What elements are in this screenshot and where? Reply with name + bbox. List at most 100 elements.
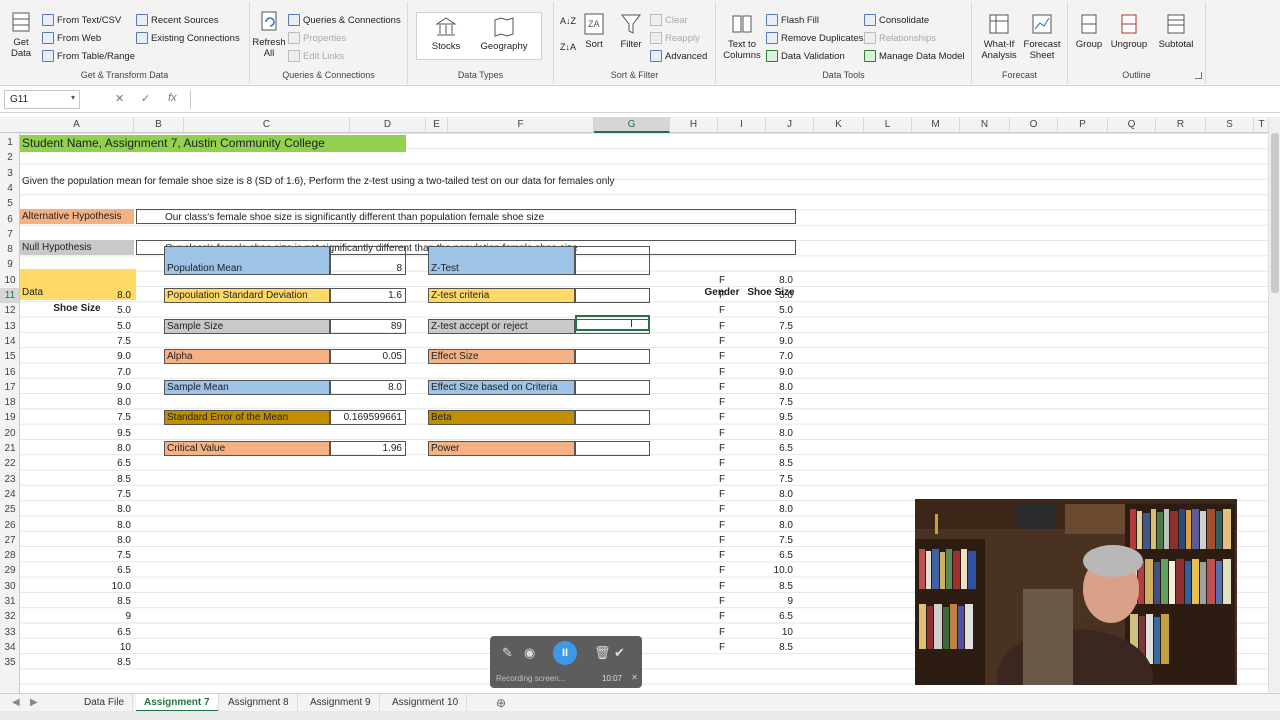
row-header-12[interactable]: 12: [0, 303, 19, 318]
row-header-14[interactable]: 14: [0, 334, 19, 349]
stat-value[interactable]: 1.96: [330, 441, 406, 456]
gender-cell[interactable]: F: [700, 579, 744, 594]
column-header-m[interactable]: M: [912, 117, 960, 133]
gender-cell[interactable]: F: [700, 365, 744, 380]
shoe-size-cell[interactable]: 7.5: [746, 533, 796, 548]
title-cell[interactable]: Student Name, Assignment 7, Austin Commu…: [20, 135, 406, 152]
test-value[interactable]: [575, 246, 650, 276]
data-cell[interactable]: 8.0: [20, 288, 134, 303]
gender-cell[interactable]: F: [700, 533, 744, 548]
consolidate-button[interactable]: Consolidate: [864, 14, 929, 26]
stat-value[interactable]: 89: [330, 318, 406, 334]
column-header-d[interactable]: D: [350, 117, 426, 133]
row-header-25[interactable]: 25: [0, 502, 19, 517]
test-value[interactable]: [575, 379, 650, 395]
column-header-p[interactable]: P: [1058, 117, 1108, 133]
row-header-27[interactable]: 27: [0, 533, 19, 548]
test-label[interactable]: Beta: [428, 410, 575, 426]
alt-hypothesis-label[interactable]: Alternative Hypothesis: [20, 209, 134, 224]
recent-sources-button[interactable]: Recent Sources: [136, 14, 219, 26]
chevron-down-icon[interactable]: ▾: [71, 93, 75, 102]
data-cell[interactable]: 8.5: [20, 655, 134, 670]
formula-input[interactable]: [190, 90, 1272, 109]
column-header-r[interactable]: R: [1156, 117, 1206, 133]
shoe-size-cell[interactable]: 7.0: [746, 349, 796, 364]
gender-cell[interactable]: F: [700, 609, 744, 624]
tab-assignment-10[interactable]: Assignment 10: [384, 694, 468, 712]
data-cell[interactable]: 6.5: [20, 456, 134, 471]
shoe-size-cell[interactable]: 5.0: [746, 303, 796, 318]
row-header-35[interactable]: 35: [0, 655, 19, 670]
data-cell[interactable]: 8.5: [20, 472, 134, 487]
test-value[interactable]: [575, 288, 650, 303]
cancel-icon[interactable]: ✕: [115, 92, 124, 105]
tab-data-file[interactable]: Data File: [76, 694, 134, 712]
data-cell[interactable]: 5.0: [20, 319, 134, 334]
add-sheet-icon[interactable]: ⊕: [496, 696, 506, 710]
forecast-sheet-button[interactable]: Forecast Sheet: [1022, 12, 1062, 61]
advanced-filter-button[interactable]: Advanced: [650, 50, 707, 62]
shoe-size-cell[interactable]: 8.0: [746, 502, 796, 517]
sort-descending-button[interactable]: Z↓A: [560, 42, 576, 52]
test-value[interactable]: [575, 441, 650, 456]
row-header-6[interactable]: 6: [0, 212, 19, 227]
shoe-size-cell[interactable]: 8.5: [746, 640, 796, 655]
test-value[interactable]: [575, 349, 650, 365]
data-cell[interactable]: 8.0: [20, 395, 134, 410]
gender-cell[interactable]: F: [700, 441, 744, 456]
row-header-11[interactable]: 11: [0, 288, 19, 304]
data-cell[interactable]: 7.5: [20, 334, 134, 349]
row-header-2[interactable]: 2: [0, 150, 19, 165]
alt-hypothesis-text[interactable]: Our class's female shoe size is signific…: [136, 209, 796, 224]
shoe-size-cell[interactable]: 9.0: [746, 334, 796, 349]
tab-assignment-7[interactable]: Assignment 7: [136, 694, 219, 712]
insert-function-icon[interactable]: fx: [168, 92, 177, 104]
column-header-f[interactable]: F: [448, 117, 594, 133]
test-label[interactable]: Effect Size based on Criteria: [428, 379, 575, 395]
refresh-all-button[interactable]: Refresh All: [252, 10, 286, 59]
stat-value[interactable]: 8: [330, 246, 406, 276]
sort-ascending-button[interactable]: A↓Z: [560, 16, 576, 26]
gender-cell[interactable]: F: [700, 334, 744, 349]
stat-value[interactable]: 8.0: [330, 379, 406, 395]
pause-button[interactable]: II: [553, 641, 577, 665]
data-cell[interactable]: 5.0: [20, 303, 134, 318]
column-header-j[interactable]: J: [766, 117, 814, 133]
gender-cell[interactable]: F: [700, 395, 744, 410]
row-header-34[interactable]: 34: [0, 640, 19, 655]
gender-cell[interactable]: F: [700, 380, 744, 395]
queries-connections-button[interactable]: Queries & Connections: [288, 14, 401, 26]
shoe-size-cell[interactable]: 8.0: [746, 518, 796, 533]
row-header-23[interactable]: 23: [0, 472, 19, 487]
gender-cell[interactable]: F: [700, 456, 744, 471]
shoe-size-cell[interactable]: 7.5: [746, 472, 796, 487]
stat-label[interactable]: Population Mean: [164, 246, 330, 276]
row-header-18[interactable]: 18: [0, 395, 19, 410]
data-cell[interactable]: 8.0: [20, 441, 134, 456]
scroll-thumb[interactable]: [1271, 133, 1279, 293]
remove-duplicates-button[interactable]: Remove Duplicates: [766, 32, 863, 44]
gender-cell[interactable]: F: [700, 502, 744, 517]
row-header-29[interactable]: 29: [0, 563, 19, 578]
gender-cell[interactable]: F: [700, 288, 744, 303]
row-header-10[interactable]: 10: [0, 273, 19, 288]
column-header-a[interactable]: A: [20, 117, 134, 133]
row-header-32[interactable]: 32: [0, 609, 19, 624]
webcam-icon[interactable]: ◉: [524, 645, 535, 661]
column-header-g[interactable]: G: [594, 117, 670, 133]
gender-cell[interactable]: F: [700, 410, 744, 425]
test-label[interactable]: Z-test criteria: [428, 288, 575, 303]
gender-cell[interactable]: F: [700, 625, 744, 640]
gender-cell[interactable]: F: [700, 487, 744, 502]
shoe-size-cell[interactable]: 6.5: [746, 548, 796, 563]
row-header-13[interactable]: 13: [0, 319, 19, 334]
shoe-size-cell[interactable]: 9.0: [746, 365, 796, 380]
column-header-c[interactable]: C: [184, 117, 350, 133]
column-header-b[interactable]: B: [134, 117, 184, 133]
row-header-16[interactable]: 16: [0, 365, 19, 380]
data-cell[interactable]: 6.5: [20, 563, 134, 578]
data-cell[interactable]: 8.0: [20, 518, 134, 533]
clear-filter-button[interactable]: Clear: [650, 14, 688, 26]
stat-label[interactable]: Sample Mean: [164, 379, 330, 395]
shoe-size-cell[interactable]: 8.5: [746, 456, 796, 471]
